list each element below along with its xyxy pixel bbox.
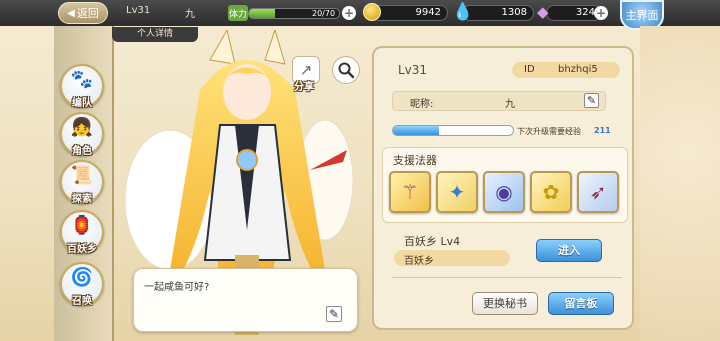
gold-coin-icon <box>363 3 381 21</box>
back-arrow-icon: ◀ <box>67 7 75 19</box>
support-title: 支援法器 <box>393 154 437 167</box>
back-label: 返回 <box>76 7 99 20</box>
stamina-fill <box>249 9 276 18</box>
player-level: Lv31 <box>126 5 151 16</box>
staff-icon[interactable]: ⚚ <box>389 171 431 213</box>
crystal-plus-icon[interactable]: + <box>594 6 608 20</box>
change-secretary-button[interactable]: 更换秘书 <box>472 292 538 315</box>
sidebar-item-village[interactable]: 🏮 百妖乡 <box>60 210 104 255</box>
exp-label: 下次升级需要经验 <box>517 127 581 136</box>
back-button[interactable]: ◀ 返回 <box>58 2 108 24</box>
message-board-button[interactable]: 留言板 <box>548 292 614 315</box>
team-icon: 🐾 <box>70 69 94 90</box>
sidebar-item-summon[interactable]: 🌀 召唤 <box>60 262 104 307</box>
magnifier-icon <box>338 62 355 79</box>
flower-icon[interactable]: ✿ <box>530 171 572 213</box>
share-icon: ↗ <box>299 61 313 79</box>
sidebar-item-character[interactable]: 👧 角色 <box>60 112 104 157</box>
nickname-label: 昵称: <box>410 99 434 110</box>
character-icon: 👧 <box>70 117 94 138</box>
village-title: 百妖乡 Lv4 <box>404 235 461 248</box>
sidebar-item-team[interactable]: 🐾 编队 <box>60 64 104 109</box>
share-label: 分享 <box>294 82 314 93</box>
id-label: ID <box>524 64 535 75</box>
top-bar <box>0 0 720 26</box>
exp-value: 211 <box>594 126 611 135</box>
edit-nickname-icon[interactable]: ✎ <box>584 93 599 108</box>
orb-icon[interactable]: ◉ <box>483 171 525 213</box>
player-name: 九 <box>185 9 195 20</box>
profile-level: Lv31 <box>398 63 428 77</box>
village-name: 百妖乡 <box>404 256 434 267</box>
exp-bar <box>392 125 514 136</box>
bow-icon[interactable]: ➶ <box>577 171 619 213</box>
zoom-button[interactable] <box>332 56 360 84</box>
crystal-icon: ◆ <box>537 3 549 21</box>
divider <box>392 277 622 278</box>
edit-speech-icon[interactable]: ✎ <box>326 306 342 322</box>
sidebar-item-label: 编队 <box>72 98 92 109</box>
sidebar-item-label: 召唤 <box>72 296 92 307</box>
stamina-icon: 体力 <box>228 5 248 21</box>
sidebar-item-label: 探索 <box>72 194 92 205</box>
stamina-plus-icon[interactable]: + <box>342 6 356 20</box>
village-icon: 🏮 <box>70 215 94 236</box>
background-decoration <box>640 26 720 341</box>
summon-icon: 🌀 <box>70 267 94 288</box>
sidebar-item-label: 百妖乡 <box>67 244 97 255</box>
id-value: bhzhqi5 <box>558 64 598 75</box>
sidebar-item-label: 角色 <box>72 146 92 157</box>
nickname-value: 九 <box>505 99 515 110</box>
exp-fill <box>393 126 439 135</box>
sidebar-item-explore[interactable]: 📜 探索 <box>60 160 104 205</box>
water-drop-icon: 💧 <box>452 2 474 22</box>
gold-counter: 9942 <box>372 5 448 21</box>
speech-text: 一起咸鱼可好? <box>144 282 210 293</box>
trident-icon[interactable]: ✦ <box>436 171 478 213</box>
stamina-text: 20/70 <box>312 9 336 18</box>
enter-button[interactable]: 进入 <box>536 239 602 262</box>
explore-icon: 📜 <box>70 165 94 186</box>
